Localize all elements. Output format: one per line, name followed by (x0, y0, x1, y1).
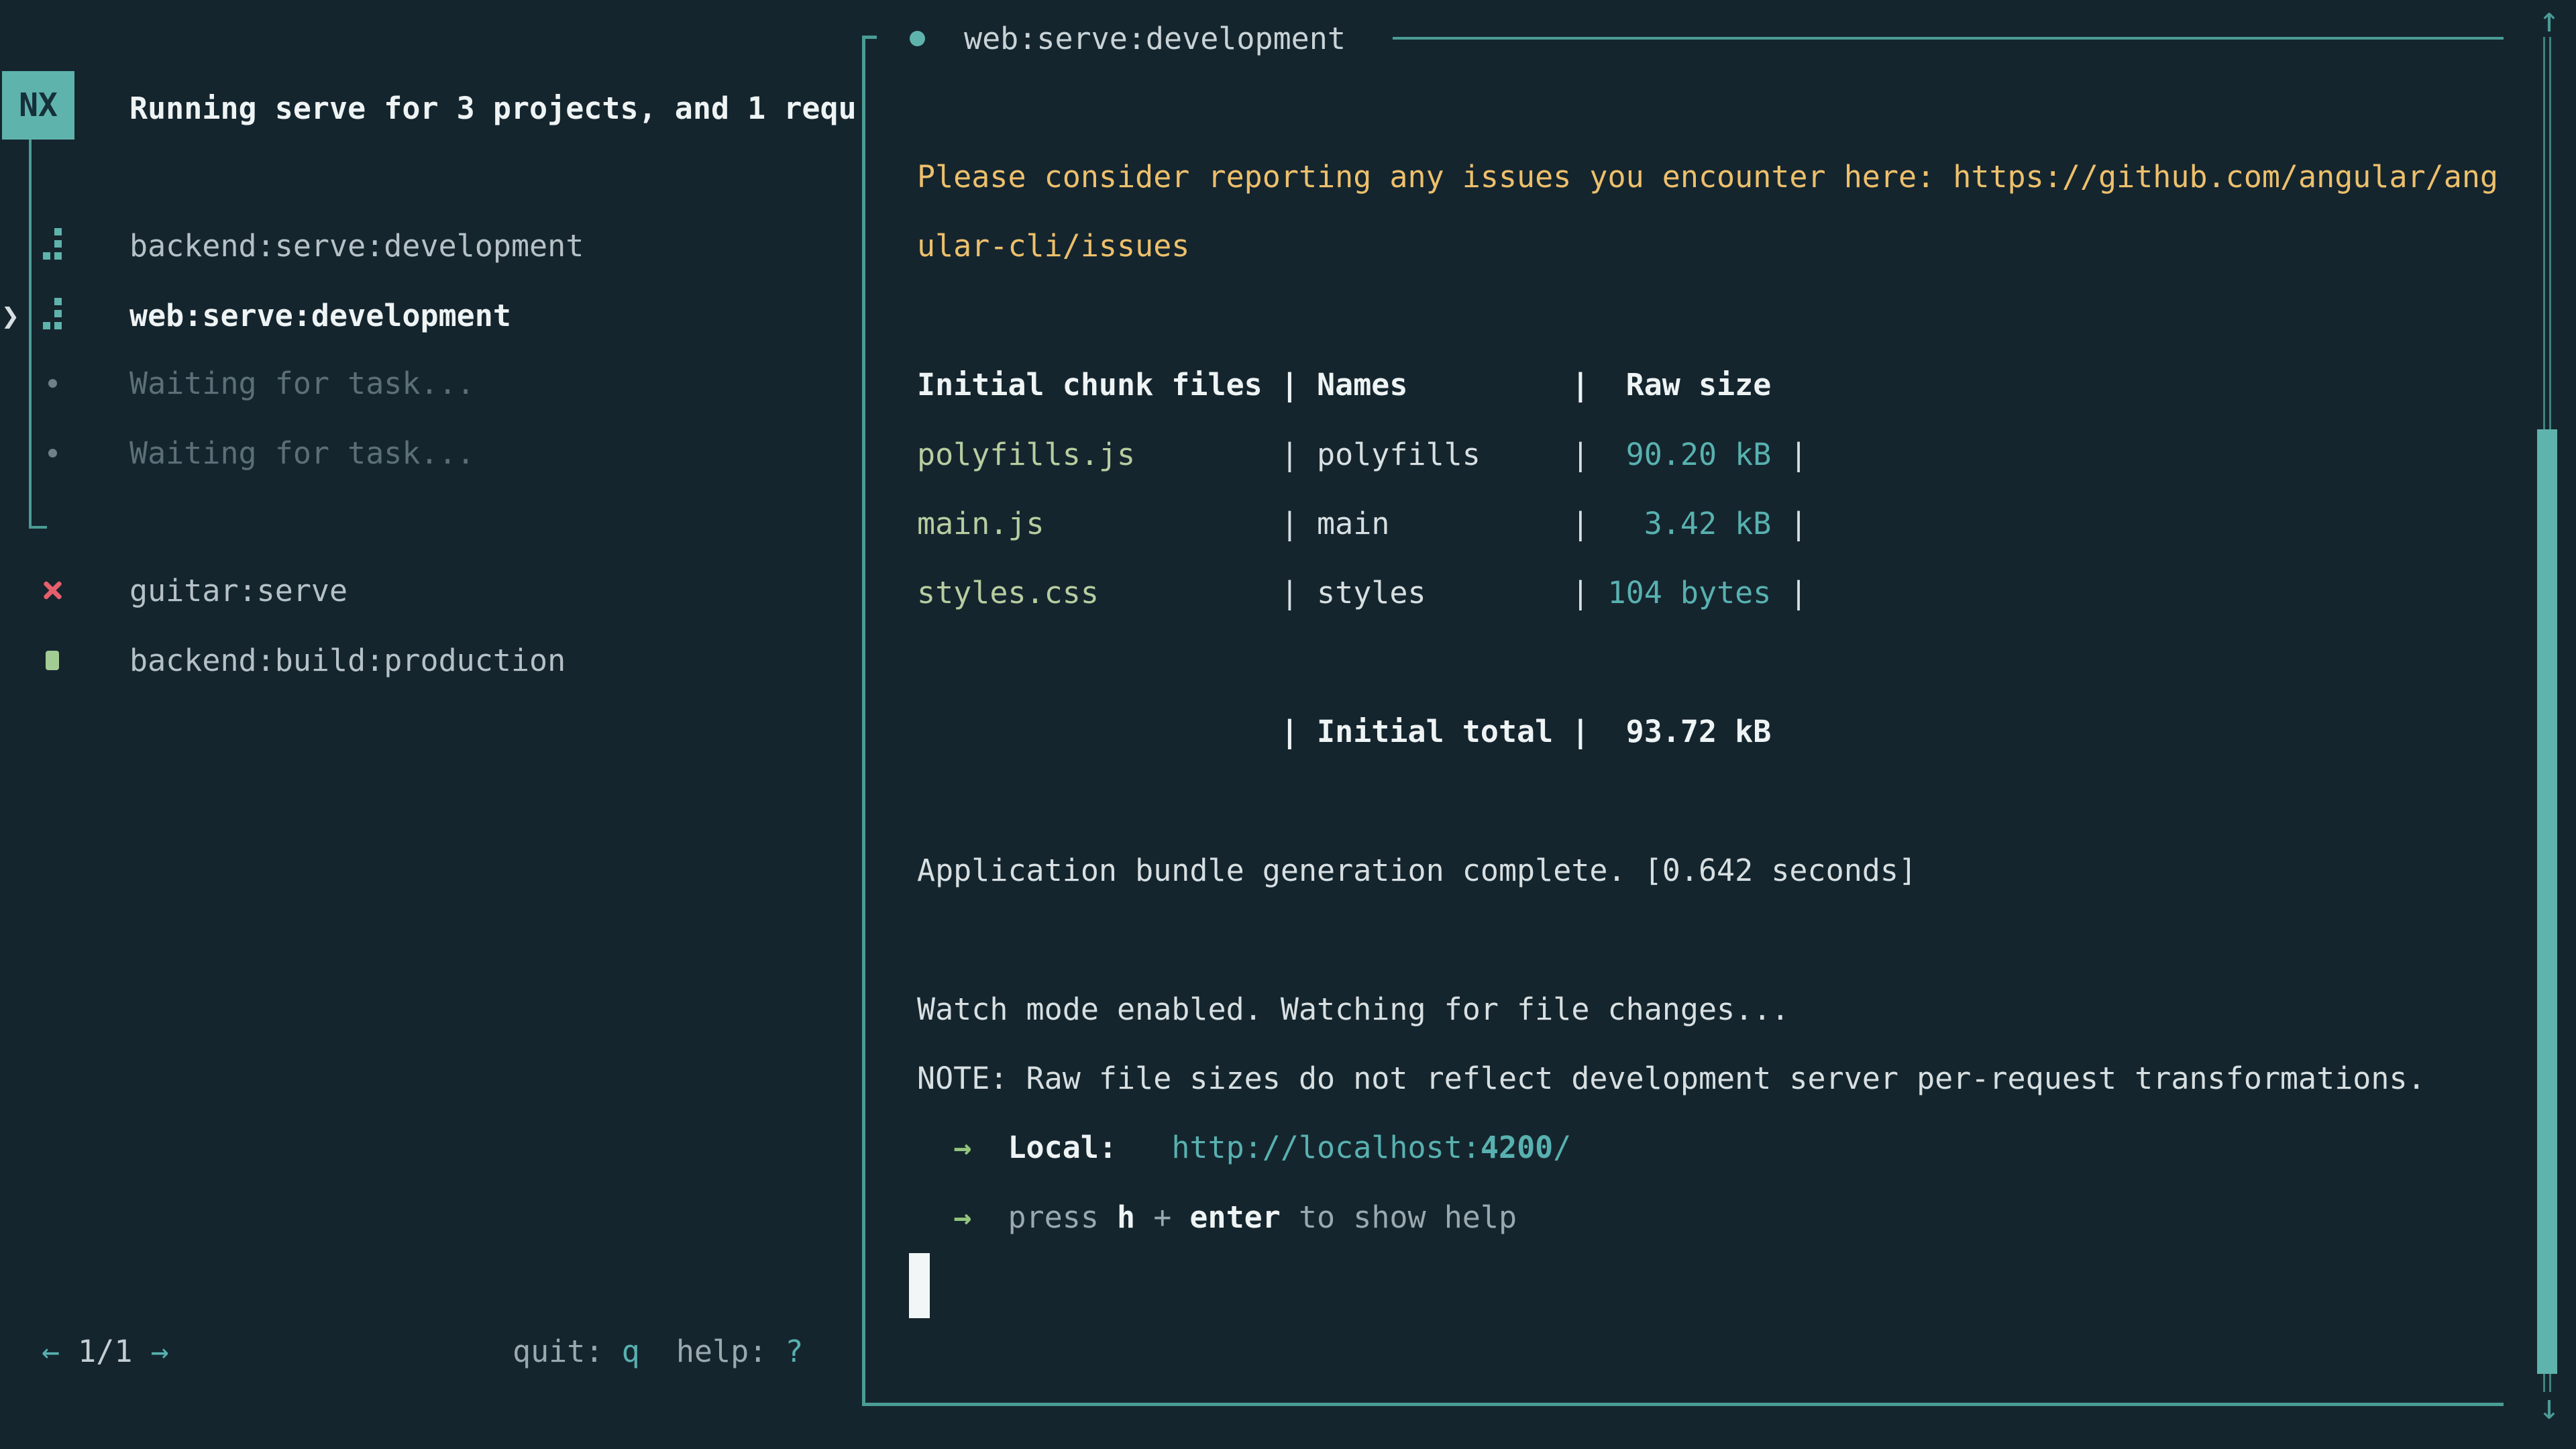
terminal-line: NOTE: Raw file sizes do not reflect deve… (917, 1044, 2498, 1113)
text-segment (917, 1199, 953, 1235)
task-label: Waiting for task... (129, 435, 475, 471)
text-segment: styles.css (917, 575, 1099, 610)
text-segment: | (1789, 437, 1807, 472)
prev-page-arrow-icon[interactable]: ← (42, 1334, 60, 1369)
text-segment (971, 1199, 1008, 1235)
task-label: backend:serve:development (129, 228, 584, 264)
text-segment: 4200 (1481, 1130, 1553, 1165)
task-label: web:serve:development (129, 298, 511, 333)
text-segment (917, 1130, 953, 1165)
text-segment: / (1553, 1130, 1571, 1165)
terminal-cursor (909, 1253, 930, 1318)
task-row-waiting-2[interactable]: Waiting for task... (0, 418, 859, 488)
task-row-web-serve-selected[interactable]: ❯ web:serve:development (0, 280, 859, 350)
text-segment: main.js (917, 506, 1044, 541)
terminal-line: | Initial total | 93.72 kB (917, 697, 2498, 766)
text-segment: 90.20 kB (1608, 437, 1790, 472)
text-segment: polyfills.js (917, 437, 1135, 472)
scroll-up-arrow-icon[interactable]: ↑ (2529, 0, 2569, 40)
terminal-line: polyfills.js | polyfills | 90.20 kB | (917, 420, 2498, 489)
pagination: ← 1/1 → (42, 1317, 169, 1386)
quit-label: quit: (513, 1334, 622, 1369)
text-segment: + (1135, 1199, 1189, 1235)
panel-content: Please consider reporting any issues you… (917, 142, 2498, 1252)
nx-terminal: NX Running serve for 3 projects, and 1 r… (0, 0, 2576, 1449)
task-label: Waiting for task... (129, 366, 475, 401)
text-segment: Initial chunk files | Names | Raw size (917, 367, 1771, 402)
selected-chevron-icon: ❯ (1, 298, 19, 333)
text-segment: 3.42 kB (1608, 506, 1790, 541)
sidebar-title: Running serve for 3 projects, and 1 requ (129, 74, 862, 143)
spinner-icon (38, 280, 67, 350)
panel-border-bottom (862, 1403, 2504, 1406)
status-bar: ← 1/1 → quit: q help: ? (0, 1317, 862, 1386)
task-row-backend-build[interactable]: backend:build:production (0, 625, 859, 695)
waiting-dot-icon (38, 418, 67, 488)
panel-title: web:serve:development (964, 5, 1346, 71)
task-label: backend:build:production (129, 643, 566, 678)
terminal-line (917, 905, 2498, 974)
terminal-line: → press h + enter to show help (917, 1183, 2498, 1252)
task-row-waiting-1[interactable]: Waiting for task... (0, 348, 859, 418)
text-segment: 104 bytes (1608, 575, 1790, 610)
text-segment: Watch mode enabled. Watching for file ch… (917, 991, 1789, 1027)
terminal-line: styles.css | styles | 104 bytes | (917, 558, 2498, 627)
task-row-backend-serve[interactable]: backend:serve:development (0, 211, 859, 280)
terminal-line (917, 628, 2498, 697)
scrollbar-thumb[interactable] (2537, 429, 2557, 1374)
terminal-line: Initial chunk files | Names | Raw size (917, 350, 2498, 419)
text-segment: NOTE: Raw file sizes do not reflect deve… (917, 1061, 2426, 1096)
terminal-line: Please consider reporting any issues you… (917, 142, 2498, 211)
nx-logo: NX (2, 71, 74, 140)
terminal-line: Watch mode enabled. Watching for file ch… (917, 975, 2498, 1044)
text-segment (971, 1130, 1008, 1165)
local-url-link[interactable]: http://localhost: (1171, 1130, 1481, 1165)
failed-x-icon (38, 555, 67, 625)
text-segment: Local: (1008, 1130, 1117, 1165)
terminal-line: ular-cli/issues (917, 211, 2498, 280)
help-key: ? (785, 1334, 803, 1369)
text-segment: | styles | (1099, 575, 1608, 610)
shortcut-hints: quit: q help: ? (513, 1317, 804, 1386)
text-segment: → (953, 1199, 971, 1235)
task-tree-corner (29, 526, 47, 529)
success-square-icon (38, 625, 67, 695)
text-segment: → (953, 1130, 971, 1165)
terminal-line: → Local: http://localhost:4200/ (917, 1113, 2498, 1182)
quit-key: q (622, 1334, 640, 1369)
text-segment: | (1789, 575, 1807, 610)
text-segment: | (1789, 506, 1807, 541)
text-segment (1117, 1130, 1171, 1165)
text-segment: to show help (1281, 1199, 1517, 1235)
help-label: help: (640, 1334, 786, 1369)
task-label: guitar:serve (129, 573, 347, 608)
text-segment: ular-cli/issues (917, 228, 1189, 264)
panel-border-top (1393, 37, 2504, 40)
terminal-line: main.js | main | 3.42 kB | (917, 489, 2498, 558)
terminal-line (917, 281, 2498, 350)
spinner-icon (38, 211, 67, 280)
waiting-dot-icon (38, 348, 67, 418)
terminal-line: Application bundle generation complete. … (917, 836, 2498, 905)
terminal-line (917, 767, 2498, 836)
text-segment: Application bundle generation complete. … (917, 853, 1917, 888)
text-segment: | polyfills | (1135, 437, 1607, 472)
running-status-dot-icon (910, 31, 925, 46)
next-page-arrow-icon[interactable]: → (151, 1334, 169, 1369)
text-segment: press (1008, 1199, 1117, 1235)
task-row-guitar-serve[interactable]: guitar:serve (0, 555, 859, 625)
text-segment: h (1117, 1199, 1135, 1235)
text-segment: | main | (1044, 506, 1608, 541)
panel-border-left (862, 36, 865, 1406)
text-segment: | Initial total | 93.72 kB (917, 714, 1771, 749)
text-segment: Please consider reporting any issues you… (917, 159, 2498, 195)
scroll-down-arrow-icon[interactable]: ↓ (2529, 1387, 2569, 1428)
text-segment: enter (1189, 1199, 1280, 1235)
page-indicator: 1/1 (60, 1334, 150, 1369)
